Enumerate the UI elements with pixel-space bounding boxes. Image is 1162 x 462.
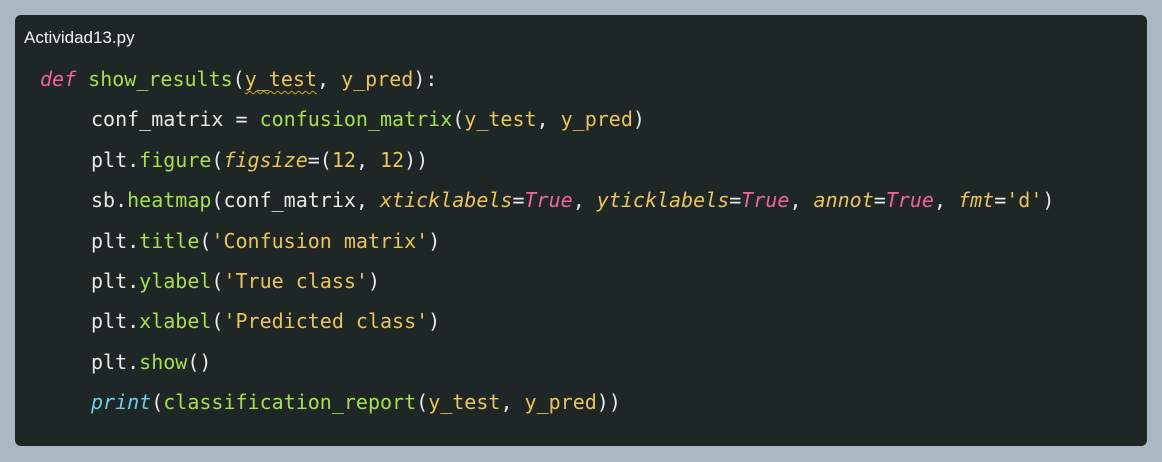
paren: ):	[413, 67, 438, 91]
def-keyword: def	[40, 67, 77, 91]
variable: conf_matrix	[91, 107, 224, 132]
param-y-pred: y_pred	[341, 67, 414, 91]
number: 12	[331, 147, 356, 172]
boolean: True	[741, 188, 790, 213]
paren: )	[428, 228, 441, 253]
code-line-5: plt.title('Confusion matrix')	[15, 221, 1054, 261]
operator: =	[512, 188, 525, 213]
separator: ,	[933, 188, 959, 213]
paren: (	[452, 107, 465, 132]
param-y-test: y_test	[244, 67, 317, 91]
code-line-2: conf_matrix = confusion_matrix(y_test, y…	[15, 99, 1054, 139]
method-call: figure	[139, 147, 212, 172]
keyword-argument: fmt	[958, 188, 995, 213]
separator: ,	[316, 67, 342, 91]
argument: y_pred	[560, 107, 633, 132]
argument: conf_matrix	[223, 188, 356, 213]
paren: (	[232, 67, 245, 91]
string-literal: 'd'	[1006, 188, 1043, 213]
argument: y_test	[464, 107, 537, 132]
operator: =(	[307, 147, 332, 172]
string-literal: 'Predicted class'	[223, 309, 429, 334]
separator: ,	[500, 390, 525, 415]
keyword-argument: figsize	[223, 147, 308, 172]
paren: )	[632, 107, 645, 132]
number: 12	[380, 147, 405, 172]
code-line-1: def show_results(y_test, y_pred):	[15, 59, 1054, 99]
code-line-8: plt.show()	[15, 342, 1054, 382]
paren: (	[211, 147, 224, 172]
separator: ,	[789, 188, 814, 213]
object: plt.	[91, 309, 140, 334]
code-line-7: plt.xlabel('Predicted class')	[15, 301, 1054, 341]
boolean: True	[885, 188, 934, 213]
string-literal: 'True class'	[223, 268, 368, 293]
file-name: Actividad13.py	[24, 28, 135, 47]
code-block: def show_results(y_test, y_pred): conf_ma…	[15, 59, 1054, 423]
paren: )	[367, 268, 381, 293]
method-call: heatmap	[127, 188, 212, 213]
paren: (	[151, 390, 164, 415]
paren: )	[428, 309, 441, 334]
keyword-argument: annot	[813, 188, 874, 213]
code-line-6: plt.ylabel('True class')	[15, 261, 1054, 301]
object: plt.	[91, 147, 140, 172]
keyword-argument: yticklabels	[596, 188, 730, 213]
keyword-argument: xticklabels	[380, 188, 513, 213]
paren: (	[416, 390, 429, 415]
code-line-4: sb.heatmap(conf_matrix, xticklabels=True…	[15, 180, 1054, 220]
string-literal: 'Confusion matrix'	[211, 228, 429, 253]
operator: =	[994, 188, 1007, 213]
paren: (	[211, 188, 224, 213]
method-call: xlabel	[139, 309, 212, 334]
argument: y_test	[428, 390, 501, 415]
separator: ,	[355, 188, 381, 213]
code-window: Actividad13.py def show_results(y_test, …	[15, 15, 1147, 446]
code-line-3: plt.figure(figsize=(12, 12))	[15, 140, 1054, 180]
boolean: True	[524, 188, 573, 213]
method-call: ylabel	[139, 268, 212, 293]
paren: (	[211, 268, 224, 293]
method-call: title	[139, 228, 200, 253]
paren: (	[211, 309, 224, 334]
operator: =	[729, 188, 742, 213]
function-call: confusion_matrix	[259, 107, 453, 132]
paren: ()	[187, 349, 212, 374]
operator: =	[873, 188, 886, 213]
function-call: classification_report	[163, 390, 417, 415]
method-call: show	[139, 349, 188, 374]
paren: )	[1042, 188, 1055, 213]
code-line-9: print(classification_report(y_test, y_pr…	[15, 382, 1054, 422]
separator: ,	[536, 107, 561, 132]
separator: ,	[355, 147, 381, 172]
paren: (	[199, 228, 212, 253]
object: plt.	[91, 349, 140, 374]
object: plt.	[91, 228, 140, 253]
object: plt.	[91, 268, 140, 293]
builtin-function: print	[91, 390, 152, 415]
argument: y_pred	[524, 390, 597, 415]
function-name: show_results	[88, 67, 233, 91]
separator: ,	[572, 188, 597, 213]
object: sb.	[91, 188, 128, 213]
operator: =	[223, 107, 260, 132]
paren: ))	[404, 147, 429, 172]
paren: ))	[596, 390, 621, 415]
